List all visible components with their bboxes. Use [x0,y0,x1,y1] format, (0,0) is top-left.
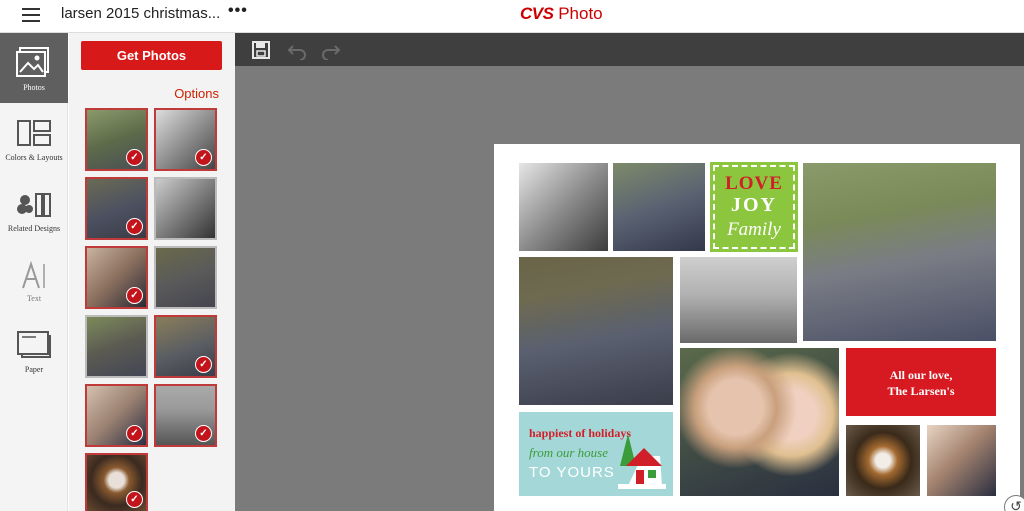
card-photo-slot[interactable] [680,257,797,343]
photo-thumbnail[interactable]: ✓ [85,453,148,511]
paper-icon [17,331,51,358]
card-photo-slot[interactable] [519,163,608,251]
collage-card: LOVE JOY Family All our love, The Larsen… [494,144,1020,511]
photo-thumbnail[interactable]: ✓ [154,384,217,447]
holiday-line-3: TO YOURS [529,464,615,481]
holiday-greeting-box[interactable]: happiest of holidays from our house TO Y… [519,412,673,496]
hamburger-icon[interactable] [22,8,40,24]
photo-thumbnail[interactable]: ✓ [85,177,148,240]
card-photo-slot[interactable] [846,425,920,496]
brand-logo: CVS Photo [520,4,603,24]
brand-cvs: CVS [520,4,554,23]
photo-thumbnail[interactable] [154,246,217,309]
text-icon [22,261,45,289]
editor-toolbar [235,33,1024,66]
selected-check-icon: ✓ [126,149,143,166]
designs-icon [17,193,51,217]
selected-check-icon: ✓ [126,491,143,508]
holiday-line-2: from our house [529,445,608,460]
message-line-1: All our love, [889,368,953,382]
redo-icon[interactable] [321,40,341,60]
photo-thumbnail[interactable]: ✓ [154,108,217,171]
selected-check-icon: ✓ [126,287,143,304]
card-photo-slot[interactable] [803,163,996,341]
options-link[interactable]: Options [174,86,219,101]
more-options-button[interactable]: ••• [228,2,248,20]
message-line-2: The Larsen's [887,384,955,398]
rail-item-colors-layouts[interactable]: Colors & Layouts [0,113,68,183]
photo-thumbnail[interactable] [85,315,148,378]
photo-thumbnail[interactable] [154,177,217,240]
selected-check-icon: ✓ [126,218,143,235]
rail-label-text: Text [26,294,42,303]
photos-icon [16,47,49,77]
rail-item-text[interactable]: Text [0,253,68,323]
house-icon [618,434,666,489]
rail-item-related-designs[interactable]: Related Designs [0,183,68,253]
card-photo-slot[interactable] [613,163,705,251]
photo-thumbnail[interactable]: ✓ [154,315,217,378]
rail-label-colors-layouts: Colors & Layouts [5,153,63,162]
love-joy-family-graphic[interactable]: LOVE JOY Family [710,162,798,252]
family-text: Family [727,219,781,240]
joy-text: JOY [731,194,777,216]
rail-label-photos: Photos [23,83,45,92]
card-photo-slot[interactable] [680,348,839,496]
top-bar: larsen 2015 christmas... ••• CVS Photo [0,0,1024,33]
love-text: LOVE [725,173,783,194]
selected-check-icon: ✓ [195,356,212,373]
message-box[interactable]: All our love, The Larsen's [846,348,996,416]
rail-item-paper[interactable]: Paper [0,323,68,393]
project-title[interactable]: larsen 2015 christmas... [61,5,220,22]
rail-label-paper: Paper [24,365,44,374]
photos-panel: Get Photos Options ✓ ✓ ✓ ✓ ✓ ✓ ✓ ✓ [69,33,235,511]
photo-thumbnail[interactable]: ✓ [85,246,148,309]
rail-label-related-designs: Related Designs [7,224,61,233]
selected-check-icon: ✓ [126,425,143,442]
selected-check-icon: ✓ [195,149,212,166]
rail-item-photos[interactable]: Photos [0,33,68,103]
brand-photo: Photo [553,4,603,23]
rotate-button[interactable]: ↺ [1004,495,1024,511]
card-photo-slot[interactable] [927,425,996,496]
layouts-icon [17,120,51,146]
undo-icon[interactable] [287,40,307,60]
save-icon[interactable] [251,40,271,60]
tool-rail: Photos Colors & Layouts Related Designs … [0,33,68,511]
get-photos-button[interactable]: Get Photos [81,41,222,70]
card-photo-slot[interactable] [519,257,673,405]
selected-check-icon: ✓ [195,425,212,442]
photo-thumbnail[interactable]: ✓ [85,108,148,171]
photo-thumbnail[interactable]: ✓ [85,384,148,447]
